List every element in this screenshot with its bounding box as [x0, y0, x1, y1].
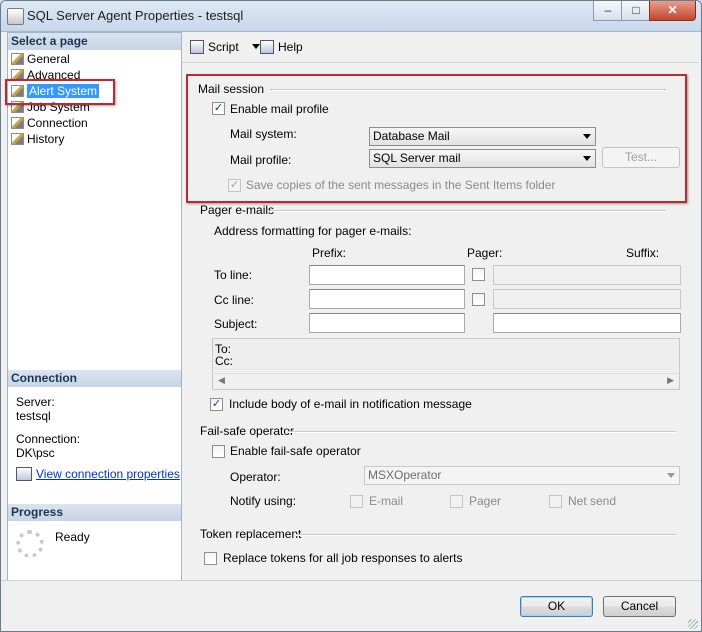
left-pane: Select a page General Advanced Alert Sys…: [7, 32, 182, 581]
title-bar[interactable]: SQL Server Agent Properties - testsql – …: [1, 1, 701, 32]
notify-using-label: Notify using:: [230, 494, 297, 508]
progress-header: Progress: [8, 504, 181, 521]
net-send-label: Net send: [568, 494, 617, 508]
pager-column-label: Pager:: [467, 246, 503, 260]
failsafe-group-label: Fail-safe operator: [200, 424, 295, 438]
progress-status: Ready: [55, 530, 90, 544]
page-item-history[interactable]: History: [11, 132, 64, 147]
to-line-prefix-input[interactable]: [309, 265, 465, 285]
to-line-pager-checkbox[interactable]: [472, 268, 485, 281]
page-icon: [11, 133, 24, 145]
to-line-suffix-input[interactable]: [493, 265, 681, 285]
select-page-header: Select a page: [8, 33, 181, 50]
token-group-label: Token replacement: [200, 527, 302, 541]
script-button[interactable]: Script: [190, 40, 261, 54]
enable-failsafe-checkbox[interactable]: [212, 445, 225, 458]
cc-line-suffix-input[interactable]: [493, 289, 681, 309]
email-label: E-mail: [369, 494, 404, 508]
net-send-checkbox[interactable]: [549, 495, 562, 508]
page-icon: [11, 53, 24, 65]
help-button[interactable]: Help: [260, 40, 303, 54]
cc-line-pager-checkbox[interactable]: [472, 293, 485, 306]
replace-tokens-label: Replace tokens for all job responses to …: [223, 551, 463, 565]
server-label: Server:: [16, 395, 55, 409]
to-line-label: To line:: [214, 268, 253, 282]
help-icon: [260, 40, 274, 54]
toolbar: Script Help: [182, 32, 698, 63]
server-value: testsql: [16, 409, 51, 423]
mail-session-highlight: [186, 74, 687, 203]
script-icon: [190, 40, 204, 54]
include-body-label: Include body of e-mail in notification m…: [229, 397, 472, 411]
connection-header: Connection: [8, 370, 181, 387]
connection-value: DK\psc: [16, 446, 55, 460]
page-icon: [11, 117, 24, 129]
close-button[interactable]: ✕: [649, 1, 696, 21]
resize-grip-icon[interactable]: [688, 619, 698, 629]
alert-system-highlight: [5, 79, 115, 105]
email-checkbox[interactable]: [350, 495, 363, 508]
progress-spinner-icon: [16, 530, 44, 558]
cc-line-label: Cc line:: [214, 293, 255, 307]
cancel-button[interactable]: Cancel: [603, 596, 676, 617]
pager-group-label: Pager e-mails: [200, 203, 275, 217]
prefix-column-label: Prefix:: [312, 246, 347, 260]
address-preview: To: Cc: ◀ ▶: [212, 338, 680, 390]
token-divider: [296, 534, 676, 536]
preview-scrollbar[interactable]: ◀ ▶: [214, 373, 678, 388]
subject-label: Subject:: [214, 317, 258, 331]
window-title: SQL Server Agent Properties - testsql: [27, 8, 244, 23]
connection-label: Connection:: [16, 432, 81, 446]
subject-suffix-input[interactable]: [493, 313, 681, 333]
page-item-connection[interactable]: Connection: [11, 116, 88, 131]
subject-prefix-input[interactable]: [309, 313, 465, 333]
pager-label: Pager: [469, 494, 502, 508]
cc-line-prefix-input[interactable]: [309, 289, 465, 309]
view-connection-properties[interactable]: View connection properties: [16, 467, 180, 481]
failsafe-divider: [288, 431, 676, 433]
pager-divider: [270, 210, 666, 212]
properties-icon: [16, 467, 32, 481]
pager-checkbox[interactable]: [450, 495, 463, 508]
page-item-general[interactable]: General: [11, 52, 70, 67]
chevron-down-icon[interactable]: [252, 44, 261, 49]
enable-failsafe-label: Enable fail-safe operator: [230, 444, 361, 458]
scroll-right-icon[interactable]: ▶: [667, 375, 674, 386]
minimize-button[interactable]: –: [593, 1, 623, 21]
app-icon: [7, 8, 24, 25]
dialog-button-bar: OK Cancel: [1, 580, 701, 631]
maximize-button[interactable]: □: [621, 1, 651, 21]
replace-tokens-checkbox[interactable]: [204, 552, 217, 565]
scroll-left-icon[interactable]: ◀: [218, 375, 225, 386]
ok-button[interactable]: OK: [520, 596, 593, 617]
suffix-column-label: Suffix:: [626, 246, 660, 260]
properties-window: SQL Server Agent Properties - testsql – …: [0, 0, 702, 632]
chevron-down-icon: [667, 473, 675, 478]
address-format-label: Address formatting for pager e-mails:: [214, 224, 412, 238]
operator-select[interactable]: MSXOperator: [364, 466, 680, 485]
preview-cc: Cc:: [215, 354, 233, 368]
operator-label: Operator:: [230, 470, 281, 484]
include-body-checkbox[interactable]: ✓: [210, 398, 223, 411]
